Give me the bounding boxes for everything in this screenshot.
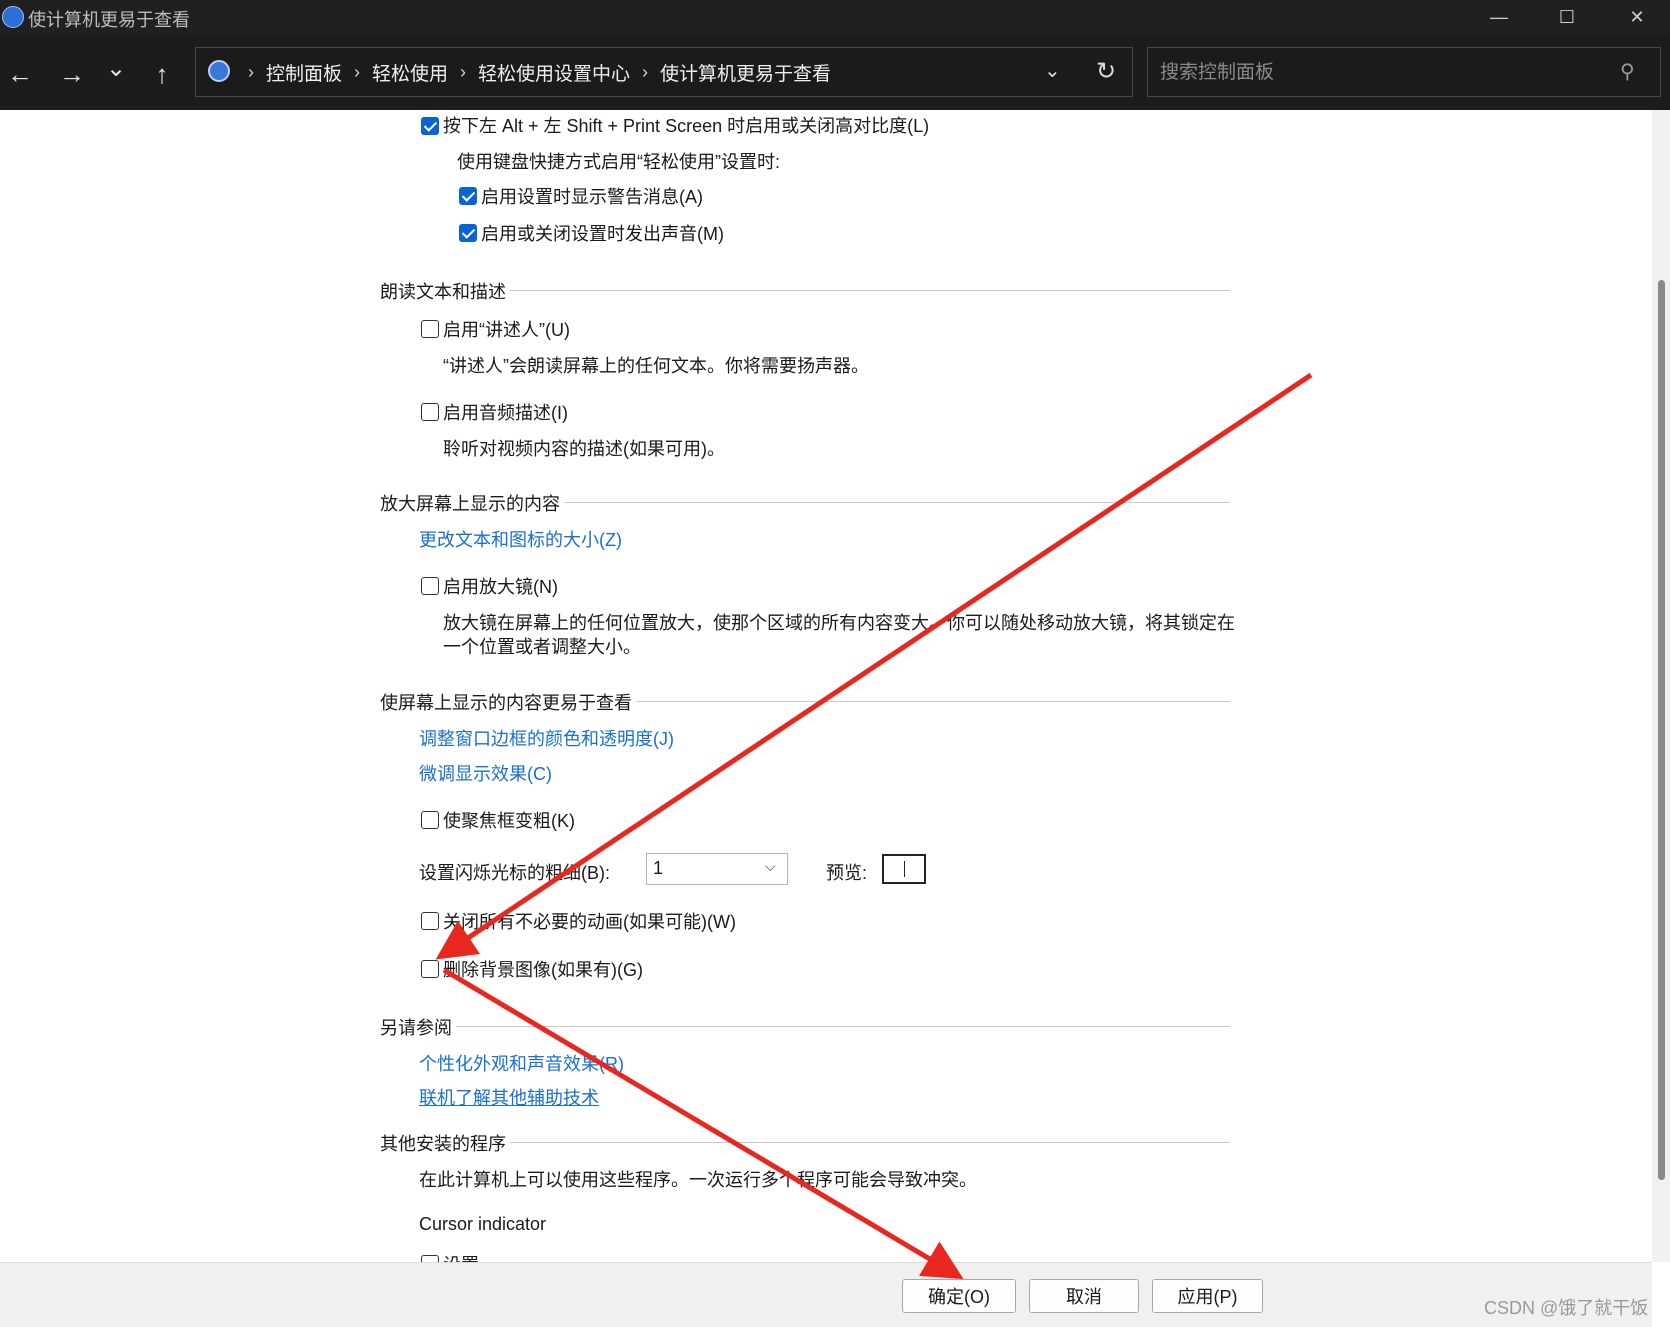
assistive-tech-online-link[interactable]: 联机了解其他辅助技术 (419, 1084, 599, 1110)
narrator-label[interactable]: 启用“讲述人”(U) (443, 316, 570, 342)
narration-header: 朗读文本和描述 (380, 278, 510, 304)
group-divider (380, 1026, 1230, 1027)
warning-message-label[interactable]: 启用设置时显示警告消息(A) (481, 183, 703, 209)
refresh-icon[interactable]: ↻ (1096, 57, 1116, 86)
easier-view-header: 使屏幕上显示的内容更易于查看 (380, 689, 636, 715)
warning-message-checkbox[interactable] (459, 187, 477, 205)
breadcrumb-item-ease-of-access-center[interactable]: 轻松使用设置中心 (478, 59, 630, 86)
apply-button[interactable]: 应用(P) (1152, 1279, 1263, 1313)
forward-button[interactable]: → (52, 54, 92, 94)
high-contrast-shortcut-label[interactable]: 按下左 Alt + 左 Shift + Print Screen 时启用或关闭高… (443, 112, 929, 138)
magnify-header: 放大屏幕上显示的内容 (380, 490, 564, 516)
back-button[interactable]: ← (0, 54, 40, 94)
cursor-width-label: 设置闪烁光标的粗细(B): (419, 863, 610, 883)
remove-background-label[interactable]: 删除背景图像(如果有)(G) (443, 956, 643, 982)
focus-rectangle-label[interactable]: 使聚焦框变粗(K) (443, 807, 575, 833)
cancel-button[interactable]: 取消 (1029, 1279, 1139, 1313)
window-title: 使计算机更易于查看 (28, 10, 190, 30)
audio-description-label[interactable]: 启用音频描述(I) (443, 399, 568, 425)
vertical-scrollbar[interactable] (1652, 110, 1670, 1262)
watermark: CSDN @饿了就干饭 (1484, 1298, 1649, 1318)
recent-locations-button[interactable]: ⌄ (96, 48, 136, 88)
navigation-bar: ← → ⌄ ↑ › 控制面板 › 轻松使用 › 轻松使用设置中心 › 使计算机更… (0, 34, 1670, 110)
magnifier-label[interactable]: 启用放大镜(N) (443, 573, 558, 599)
control-panel-icon (2, 6, 24, 28)
dialog-button-bar: 确定(O) 取消 应用(P) (0, 1262, 1652, 1327)
cursor-preview-box (882, 854, 926, 884)
control-panel-icon (208, 60, 230, 82)
high-contrast-shortcut-checkbox[interactable] (421, 117, 439, 135)
magnifier-description-cont: 一个位置或者调整大小。 (443, 637, 641, 657)
program-setting-checkbox[interactable] (421, 1255, 439, 1262)
program-setting-label[interactable]: 设置 (443, 1251, 479, 1262)
breadcrumb-item-make-computer-easier-to-see[interactable]: 使计算机更易于查看 (660, 59, 831, 86)
magnifier-description: 放大镜在屏幕上的任何位置放大，使那个区域的所有内容变大。你可以随处移动放大镜，将… (443, 613, 1235, 633)
title-bar: 使计算机更易于查看 — ☐ ✕ (0, 0, 1670, 34)
other-programs-group: 其他安装的程序 (380, 1130, 1230, 1156)
fine-tune-display-link[interactable]: 微调显示效果(C) (419, 760, 552, 786)
address-bar[interactable]: › 控制面板 › 轻松使用 › 轻松使用设置中心 › 使计算机更易于查看 ⌄ ↻ (195, 47, 1133, 97)
sound-on-toggle-label[interactable]: 启用或关闭设置时发出声音(M) (481, 220, 724, 246)
remove-background-checkbox[interactable] (421, 960, 439, 978)
see-also-header: 另请参阅 (380, 1014, 456, 1040)
magnifier-checkbox[interactable] (421, 577, 439, 595)
window-border-color-link[interactable]: 调整窗口边框的颜色和透明度(J) (419, 725, 674, 751)
personalize-link[interactable]: 个性化外观和声音效果(R) (419, 1050, 624, 1076)
ok-button[interactable]: 确定(O) (902, 1279, 1016, 1313)
address-dropdown-icon[interactable]: ⌄ (1044, 58, 1061, 83)
settings-content: 按下左 Alt + 左 Shift + Print Screen 时启用或关闭高… (0, 110, 1652, 1262)
audio-description-text: 聆听对视频内容的描述(如果可用)。 (443, 439, 725, 459)
audio-description-checkbox[interactable] (421, 403, 439, 421)
preview-label: 预览: (826, 863, 868, 883)
narration-group: 朗读文本和描述 (380, 278, 1230, 304)
cursor-width-select[interactable]: 1 ⌵ (646, 853, 788, 885)
breadcrumb-separator: › (460, 61, 467, 82)
narrator-checkbox[interactable] (421, 320, 439, 338)
focus-rectangle-checkbox[interactable] (421, 811, 439, 829)
scrollbar-thumb[interactable] (1658, 280, 1665, 1180)
close-button[interactable]: ✕ (1604, 0, 1670, 34)
breadcrumb-separator: › (354, 61, 361, 82)
animations-label[interactable]: 关闭所有不必要的动画(如果可能)(W) (443, 908, 736, 934)
other-programs-header: 其他安装的程序 (380, 1130, 510, 1156)
narrator-description: “讲述人”会朗读屏幕上的任何文本。你将需要扬声器。 (443, 356, 869, 376)
cursor-preview-caret (904, 861, 905, 877)
sound-on-toggle-checkbox[interactable] (459, 224, 477, 242)
search-icon[interactable]: ⚲ (1620, 59, 1635, 84)
other-programs-description: 在此计算机上可以使用这些程序。一次运行多个程序可能会导致冲突。 (419, 1170, 977, 1190)
search-box[interactable]: ⚲ (1147, 47, 1661, 97)
cursor-width-value: 1 (653, 858, 664, 878)
breadcrumb-separator: › (248, 61, 254, 82)
search-input[interactable] (1158, 58, 1602, 88)
breadcrumb-item-control-panel[interactable]: 控制面板 (266, 59, 342, 86)
minimize-button[interactable]: — (1466, 0, 1532, 34)
see-also-group: 另请参阅 (380, 1014, 1230, 1040)
magnify-group: 放大屏幕上显示的内容 (380, 490, 1230, 516)
animations-checkbox[interactable] (421, 912, 439, 930)
change-text-size-link[interactable]: 更改文本和图标的大小(Z) (419, 526, 622, 552)
program-name: Cursor indicator (419, 1214, 547, 1234)
shortcut-intro-text: 使用键盘快捷方式启用“轻松使用”设置时: (457, 152, 780, 172)
up-button[interactable]: ↑ (142, 54, 182, 94)
maximize-button[interactable]: ☐ (1534, 0, 1600, 34)
breadcrumb-separator: › (642, 61, 649, 82)
easier-view-group: 使屏幕上显示的内容更易于查看 (380, 689, 1230, 715)
program-setting-row: 设置 (419, 1250, 679, 1262)
chevron-down-icon: ⌵ (765, 858, 776, 874)
breadcrumb-item-ease-of-access[interactable]: 轻松使用 (372, 59, 448, 86)
breadcrumb: › 控制面板 › 轻松使用 › 轻松使用设置中心 › 使计算机更易于查看 (236, 48, 831, 96)
